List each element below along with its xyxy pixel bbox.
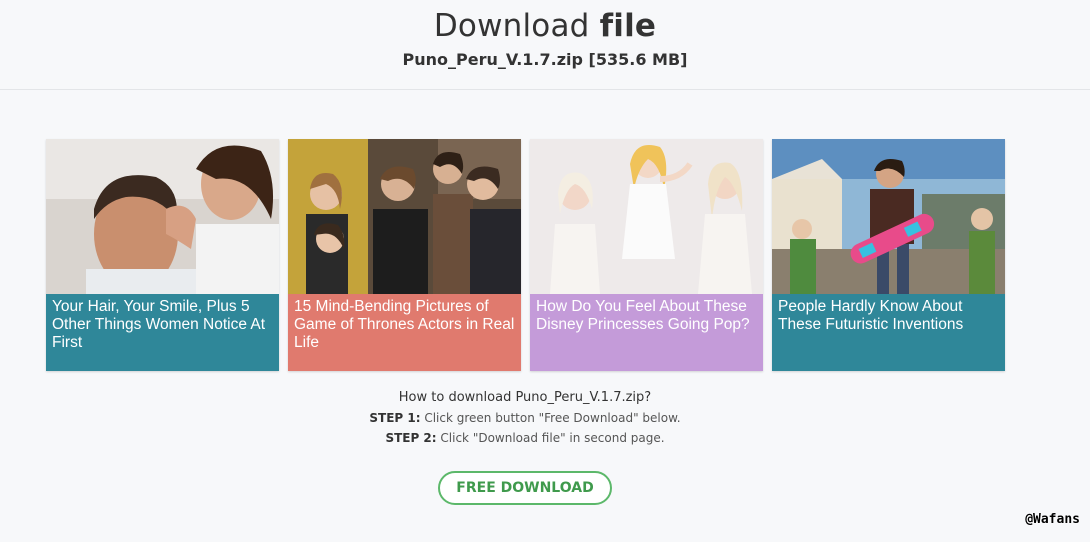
free-download-button[interactable]: FREE DOWNLOAD — [438, 471, 612, 505]
title-light: Download — [433, 8, 600, 44]
file-name: Puno_Peru_V.1.7.zip [535.6 MB] — [402, 50, 688, 69]
ad-card-image[interactable] — [530, 139, 763, 294]
step-2-text: Click "Download file" in second page. — [436, 431, 665, 445]
ad-card-disney[interactable]: How Do You Feel About These Disney Princ… — [530, 139, 763, 371]
page-title: Download file — [0, 0, 1090, 44]
step-1-label: STEP 1: — [369, 411, 421, 425]
ad-card-hair[interactable]: Your Hair, Your Smile, Plus 5 Other Thin… — [46, 139, 279, 371]
step-2-label: STEP 2: — [385, 431, 437, 445]
step-2: STEP 2: Click "Download file" in second … — [0, 431, 1050, 445]
ad-card-got[interactable]: 15 Mind-Bending Pictures of Game of Thro… — [288, 139, 521, 371]
how-to-question: How to download Puno_Peru_V.1.7.zip? — [398, 390, 652, 405]
ad-card-caption[interactable]: Your Hair, Your Smile, Plus 5 Other Thin… — [46, 294, 279, 371]
ad-card-inventions[interactable]: People Hardly Know About These Futuristi… — [772, 139, 1005, 371]
how-to-section: How to download Puno_Peru_V.1.7.zip? STE… — [0, 390, 1050, 445]
ad-card-caption[interactable]: How Do You Feel About These Disney Princ… — [530, 294, 763, 371]
ad-card-image[interactable] — [46, 139, 279, 294]
ad-card-caption[interactable]: 15 Mind-Bending Pictures of Game of Thro… — [288, 294, 521, 371]
ad-card-caption[interactable]: People Hardly Know About These Futuristi… — [772, 294, 1005, 371]
step-1: STEP 1: Click green button "Free Downloa… — [0, 411, 1050, 425]
title-bold: file — [599, 8, 657, 44]
page-header: Download file Puno_Peru_V.1.7.zip [535.6… — [0, 0, 1090, 90]
step-1-text: Click green button "Free Download" below… — [420, 411, 681, 425]
ad-card-image[interactable] — [288, 139, 521, 294]
ad-cards: Your Hair, Your Smile, Plus 5 Other Thin… — [46, 139, 1006, 371]
ad-card-image[interactable] — [772, 139, 1005, 294]
watermark: @Wafans — [1025, 512, 1080, 527]
